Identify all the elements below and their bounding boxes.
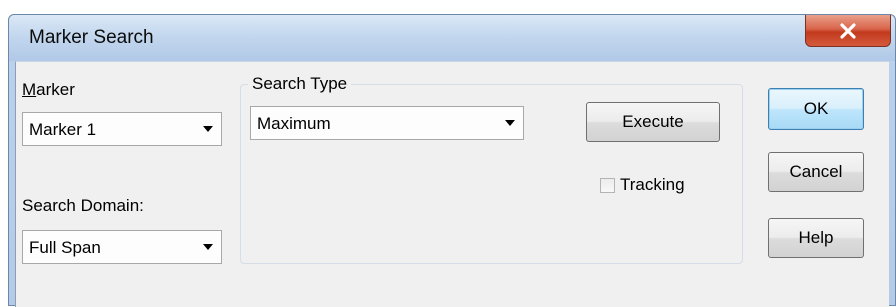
cancel-button[interactable]: Cancel [768,152,864,192]
marker-label-rest: arker [36,80,75,99]
tracking-label: Tracking [620,175,685,194]
search-type-group-label: Search Type [248,74,352,94]
close-icon [840,22,856,39]
marker-select[interactable]: Marker 1 [22,112,222,146]
dialog-client-area: Marker Marker 1 Search Domain: Full Span… [15,61,889,307]
window-title: Marker Search [29,27,154,48]
search-domain-select[interactable]: Full Span [22,230,222,264]
dialog-window: Marker Search Marker Marker 1 Search Dom… [8,14,896,307]
search-domain-label: Search Domain: [22,196,144,215]
help-button[interactable]: Help [768,218,864,258]
title-bar[interactable]: Marker Search [9,15,895,61]
execute-button[interactable]: Execute [586,102,720,142]
tracking-checkbox[interactable] [600,178,615,193]
search-type-select-value: Maximum [257,114,331,133]
ok-button[interactable]: OK [768,88,864,130]
chevron-down-icon [505,120,515,126]
search-type-select[interactable]: Maximum [250,106,524,140]
search-domain-select-value: Full Span [29,238,101,257]
chevron-down-icon [203,126,213,132]
marker-label: Marker [22,80,75,100]
close-button[interactable] [805,15,891,47]
chevron-down-icon [203,244,213,250]
marker-label-accel: M [22,80,37,99]
marker-select-value: Marker 1 [29,120,97,139]
